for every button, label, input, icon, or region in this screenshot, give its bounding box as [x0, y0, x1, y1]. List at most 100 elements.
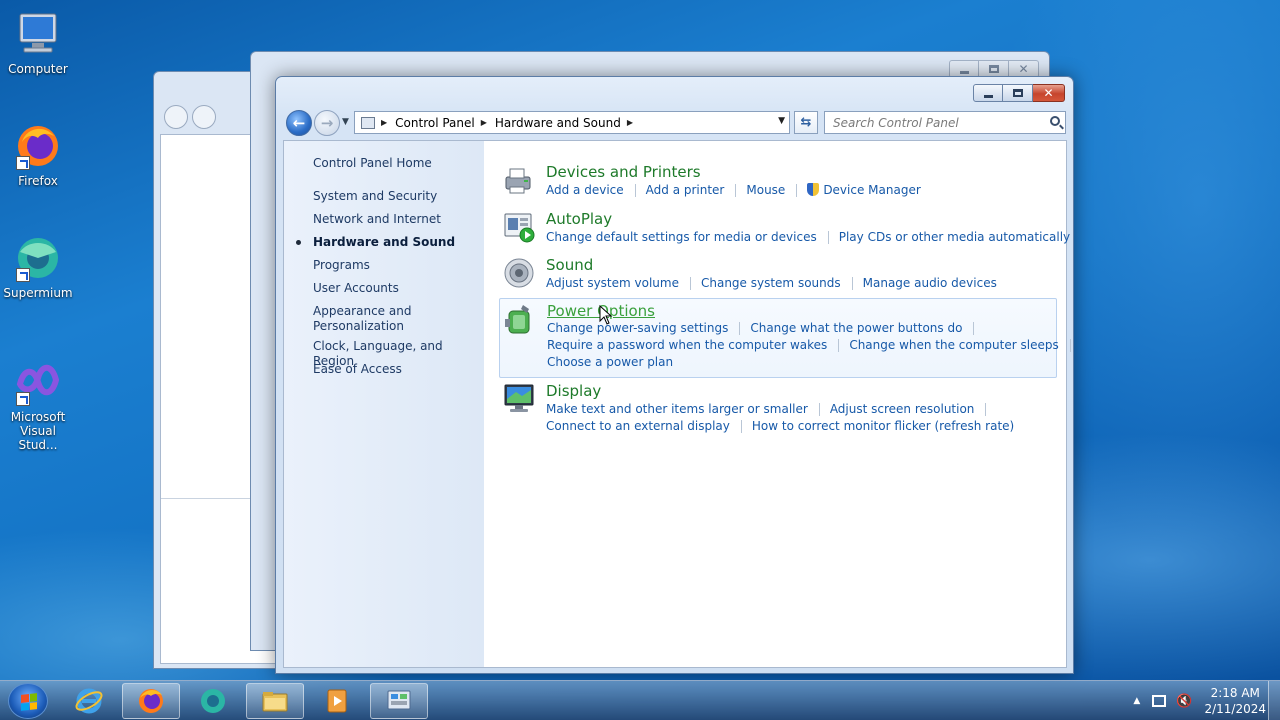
show-desktop-button[interactable]: [1268, 681, 1280, 720]
task-require-password[interactable]: Require a password when the computer wak…: [547, 338, 827, 352]
category-display: Display Make text and other items larger…: [499, 382, 1057, 444]
refresh-button[interactable]: ⇆: [794, 111, 818, 134]
recent-pages-dropdown[interactable]: ▼: [342, 117, 349, 127]
task-separator: [851, 277, 853, 290]
task-row: Require a password when the computer wak…: [547, 338, 1081, 352]
desktop-icon-firefox[interactable]: Firefox: [0, 122, 76, 188]
task-change-power-saving[interactable]: Change power-saving settings: [547, 321, 728, 335]
category-devices-and-printers: Devices and Printers Add a device Add a …: [499, 163, 1057, 207]
mouse-cursor-icon: [599, 304, 615, 325]
category-sound: Sound Adjust system volume Change system…: [499, 256, 1057, 300]
task-adjust-volume[interactable]: Adjust system volume: [546, 276, 679, 290]
control-panel-window[interactable]: ✕ ← → ▼ ▶ Control Panel ▶ Hardware and S…: [275, 76, 1074, 674]
breadcrumb-chevron-icon[interactable]: ▶: [627, 118, 633, 127]
task-change-sleep[interactable]: Change when the computer sleeps: [849, 338, 1058, 352]
category-title-link[interactable]: AutoPlay: [546, 210, 612, 228]
task-adjust-resolution[interactable]: Adjust screen resolution: [830, 402, 975, 416]
nav-network-and-internet[interactable]: Network and Internet: [313, 212, 441, 227]
firefox-icon: [139, 689, 163, 713]
power-options-icon: [503, 303, 537, 337]
taskbar-media-player[interactable]: [308, 683, 366, 719]
task-row: Adjust system volume Change system sound…: [546, 276, 997, 290]
task-device-manager-label: Device Manager: [823, 183, 921, 197]
task-change-power-buttons[interactable]: Change what the power buttons do: [750, 321, 962, 335]
printer-icon: [502, 163, 536, 197]
task-monitor-flicker[interactable]: How to correct monitor flicker (refresh …: [752, 419, 1014, 433]
task-connect-external-display[interactable]: Connect to an external display: [546, 419, 730, 433]
nav-user-accounts[interactable]: User Accounts: [313, 281, 399, 296]
taskbar-control-panel[interactable]: [370, 683, 428, 719]
taskbar-internet-explorer[interactable]: [60, 683, 118, 719]
task-row: Connect to an external display How to co…: [546, 419, 1014, 433]
taskbar-firefox[interactable]: [122, 683, 180, 719]
breadcrumb-chevron-icon[interactable]: ▶: [481, 118, 487, 127]
media-player-icon: [327, 689, 347, 713]
task-make-text-larger[interactable]: Make text and other items larger or smal…: [546, 402, 808, 416]
nav-system-and-security[interactable]: System and Security: [313, 189, 437, 204]
internet-explorer-icon: [75, 688, 103, 714]
task-separator: [740, 420, 742, 433]
task-change-system-sounds[interactable]: Change system sounds: [701, 276, 841, 290]
back-button[interactable]: ←: [286, 110, 312, 136]
task-add-device[interactable]: Add a device: [546, 183, 624, 197]
task-change-default-settings[interactable]: Change default settings for media or dev…: [546, 230, 817, 244]
address-dropdown-icon[interactable]: ▼: [778, 116, 785, 126]
category-autoplay: AutoPlay Change default settings for med…: [499, 210, 1070, 254]
desktop-icon-computer[interactable]: Computer: [0, 10, 76, 76]
breadcrumb-hardware-and-sound[interactable]: Hardware and Sound: [495, 116, 621, 130]
nav-hardware-and-sound[interactable]: Hardware and Sound: [313, 235, 455, 250]
task-separator: [838, 339, 840, 352]
network-icon[interactable]: [1152, 695, 1167, 707]
start-button[interactable]: [8, 683, 48, 719]
task-separator: [985, 403, 987, 416]
task-row: Add a device Add a printer Mouse Device …: [546, 183, 921, 197]
task-mouse[interactable]: Mouse: [746, 183, 785, 197]
visual-studio-icon: [14, 358, 62, 406]
breadcrumb-control-panel[interactable]: Control Panel: [395, 116, 475, 130]
forward-button-inactive: [192, 105, 216, 129]
uac-shield-icon: [807, 183, 820, 196]
minimize-button[interactable]: [973, 84, 1003, 102]
maximize-button[interactable]: [1003, 84, 1033, 102]
desktop-icon-supermium[interactable]: Supermium: [0, 234, 76, 300]
taskbar: ▲ 🔇 2:18 AM 2/11/2024: [0, 680, 1280, 720]
close-button[interactable]: ✕: [1033, 84, 1065, 102]
task-manage-audio-devices[interactable]: Manage audio devices: [863, 276, 997, 290]
control-panel-home-link[interactable]: Control Panel Home: [313, 156, 432, 171]
taskbar-supermium[interactable]: [184, 683, 242, 719]
clock-time: 2:18 AM: [1210, 686, 1260, 700]
shortcut-arrow-icon: [16, 268, 30, 282]
search-icon[interactable]: [1050, 116, 1060, 126]
category-list: Devices and Printers Add a device Add a …: [484, 141, 1071, 667]
shortcut-arrow-icon: [16, 392, 30, 406]
task-row: Make text and other items larger or smal…: [546, 402, 996, 416]
control-panel-icon: [387, 690, 411, 710]
nav-appearance-and-personalization[interactable]: Appearance and Personalization: [313, 304, 433, 334]
desktop-icon-visual-studio[interactable]: Microsoft Visual Stud...: [0, 358, 76, 452]
clock[interactable]: 2:18 AM 2/11/2024: [1204, 685, 1266, 717]
taskbar-file-explorer[interactable]: [246, 683, 304, 719]
search-input[interactable]: Search Control Panel: [824, 111, 1066, 134]
nav-programs[interactable]: Programs: [313, 258, 370, 273]
show-hidden-icons-chevron-icon[interactable]: ▲: [1133, 696, 1140, 706]
desktop-icon-label: Computer: [8, 62, 68, 76]
task-device-manager[interactable]: Device Manager: [807, 183, 921, 197]
task-add-printer[interactable]: Add a printer: [646, 183, 725, 197]
task-play-cds[interactable]: Play CDs or other media automatically: [839, 230, 1070, 244]
forward-button[interactable]: →: [314, 110, 340, 136]
close-icon: ✕: [1043, 86, 1054, 100]
desktop-icon-label: Microsoft Visual Stud...: [10, 410, 66, 452]
address-bar[interactable]: ▶ Control Panel ▶ Hardware and Sound ▶ ▼: [354, 111, 790, 134]
category-title-link[interactable]: Sound: [546, 256, 593, 274]
arrow-left-icon: ←: [292, 114, 306, 132]
left-navigation-pane: Control Panel Home System and Security N…: [284, 141, 484, 667]
volume-muted-icon[interactable]: 🔇: [1176, 694, 1192, 709]
category-title-link[interactable]: Devices and Printers: [546, 163, 701, 181]
windows-logo-icon: [21, 693, 37, 711]
task-choose-power-plan[interactable]: Choose a power plan: [547, 355, 673, 369]
nav-ease-of-access[interactable]: Ease of Access: [313, 362, 402, 377]
back-button-inactive: [164, 105, 188, 129]
breadcrumb-chevron-icon[interactable]: ▶: [381, 118, 387, 127]
category-title-link[interactable]: Display: [546, 382, 601, 400]
maximize-icon: [1012, 89, 1023, 97]
